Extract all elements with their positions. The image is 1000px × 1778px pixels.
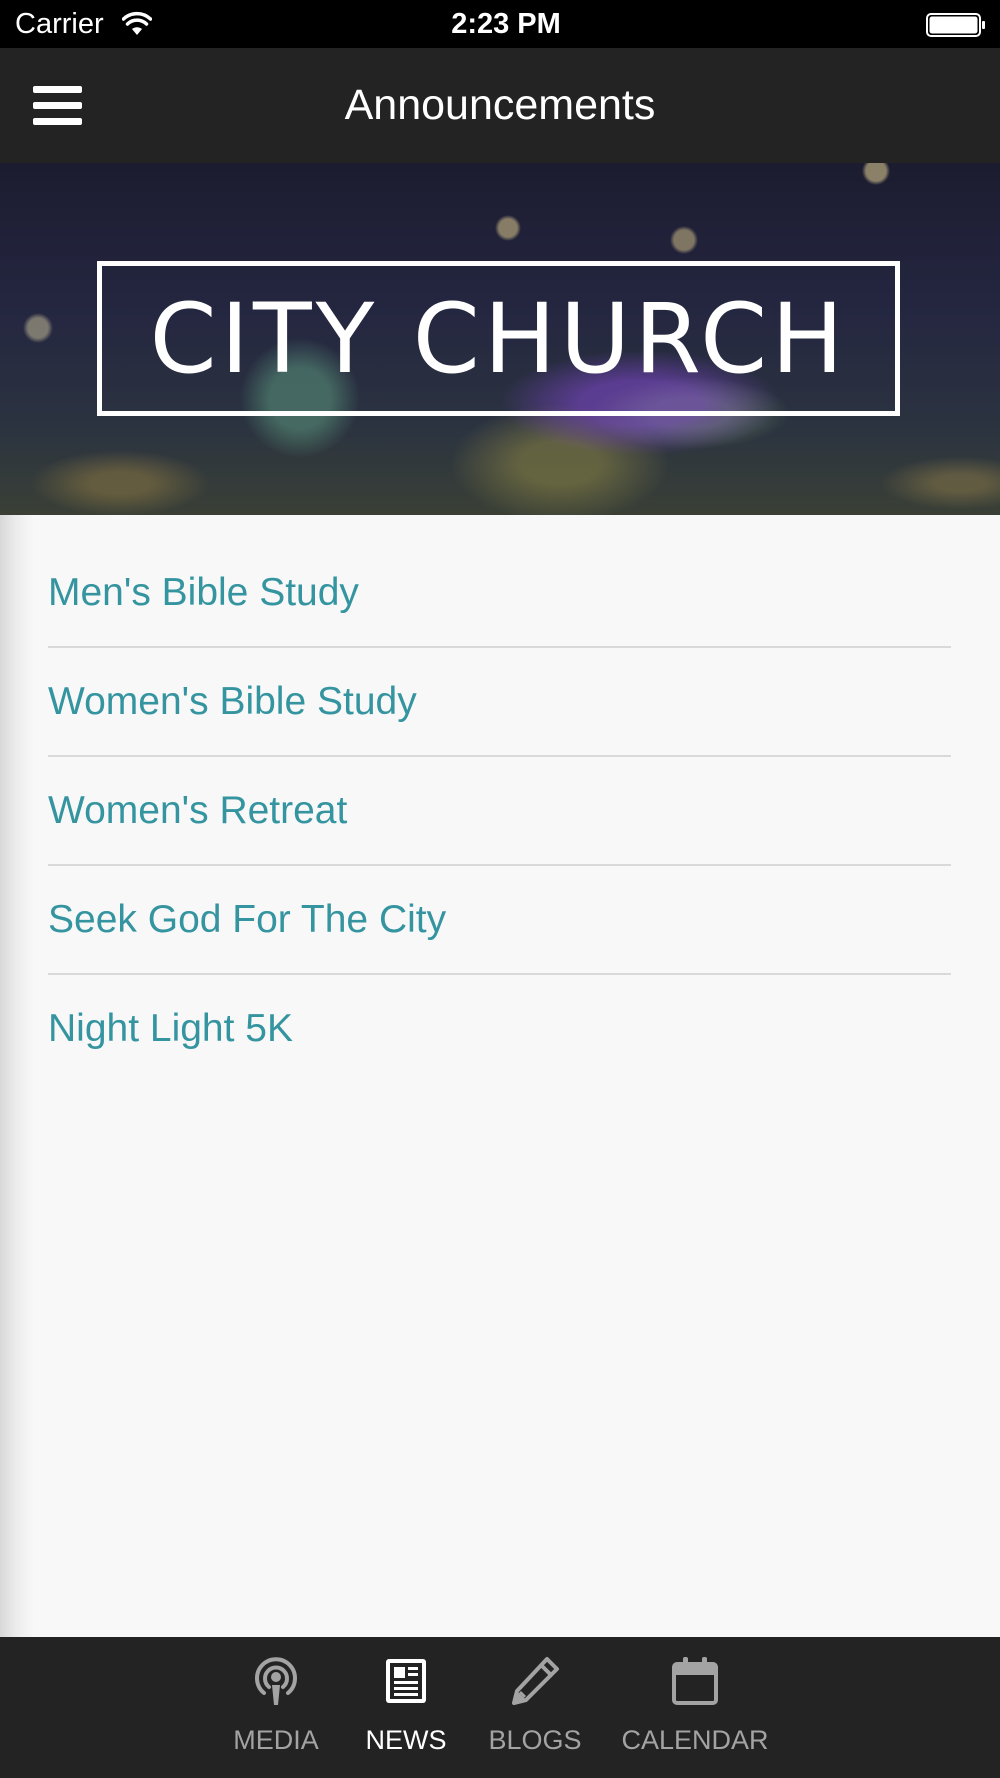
- tab-news[interactable]: NEWS: [356, 1637, 456, 1778]
- church-logo-text: CITY CHURCH: [149, 282, 848, 395]
- nav-bar: Announcements: [0, 48, 1000, 163]
- tab-bar: MEDIA NEWS BLOGS CALENDAR: [0, 1637, 1000, 1778]
- status-time: 2:23 PM: [451, 8, 561, 40]
- hero-banner: CITY CHURCH: [0, 163, 1000, 515]
- newspaper-icon: [386, 1659, 426, 1703]
- announcements-list: Men's Bible Study Women's Bible Study Wo…: [48, 515, 951, 1082]
- list-item-label: Women's Retreat: [48, 789, 348, 832]
- list-item-label: Men's Bible Study: [48, 571, 359, 614]
- church-logo: CITY CHURCH: [97, 261, 900, 416]
- page-title: Announcements: [344, 81, 656, 129]
- list-item[interactable]: Men's Bible Study: [48, 515, 951, 648]
- tab-label: BLOGS: [488, 1725, 582, 1755]
- tab-label: NEWS: [365, 1725, 447, 1755]
- calendar-icon: [672, 1657, 718, 1705]
- battery-icon: [926, 13, 985, 37]
- tab-calendar[interactable]: CALENDAR: [616, 1637, 774, 1778]
- menu-button[interactable]: [24, 76, 92, 136]
- tab-label: MEDIA: [233, 1725, 319, 1755]
- podcast-icon: [255, 1657, 297, 1705]
- list-item[interactable]: Women's Bible Study: [48, 648, 951, 757]
- list-item[interactable]: Women's Retreat: [48, 757, 951, 866]
- list-item[interactable]: Night Light 5K: [48, 975, 951, 1082]
- list-item[interactable]: Seek God For The City: [48, 866, 951, 975]
- tab-media[interactable]: MEDIA: [226, 1637, 326, 1778]
- pencil-icon: [512, 1657, 559, 1705]
- tab-label: CALENDAR: [621, 1725, 769, 1755]
- list-item-label: Night Light 5K: [48, 1007, 293, 1050]
- list-item-label: Women's Bible Study: [48, 680, 417, 723]
- list-item-label: Seek God For The City: [48, 898, 447, 941]
- announcements-list-container: Men's Bible Study Women's Bible Study Wo…: [0, 515, 1000, 1637]
- status-bar: Carrier 2:23 PM: [0, 0, 1000, 48]
- tab-blogs[interactable]: BLOGS: [485, 1637, 585, 1778]
- left-edge-shadow: [0, 515, 34, 1637]
